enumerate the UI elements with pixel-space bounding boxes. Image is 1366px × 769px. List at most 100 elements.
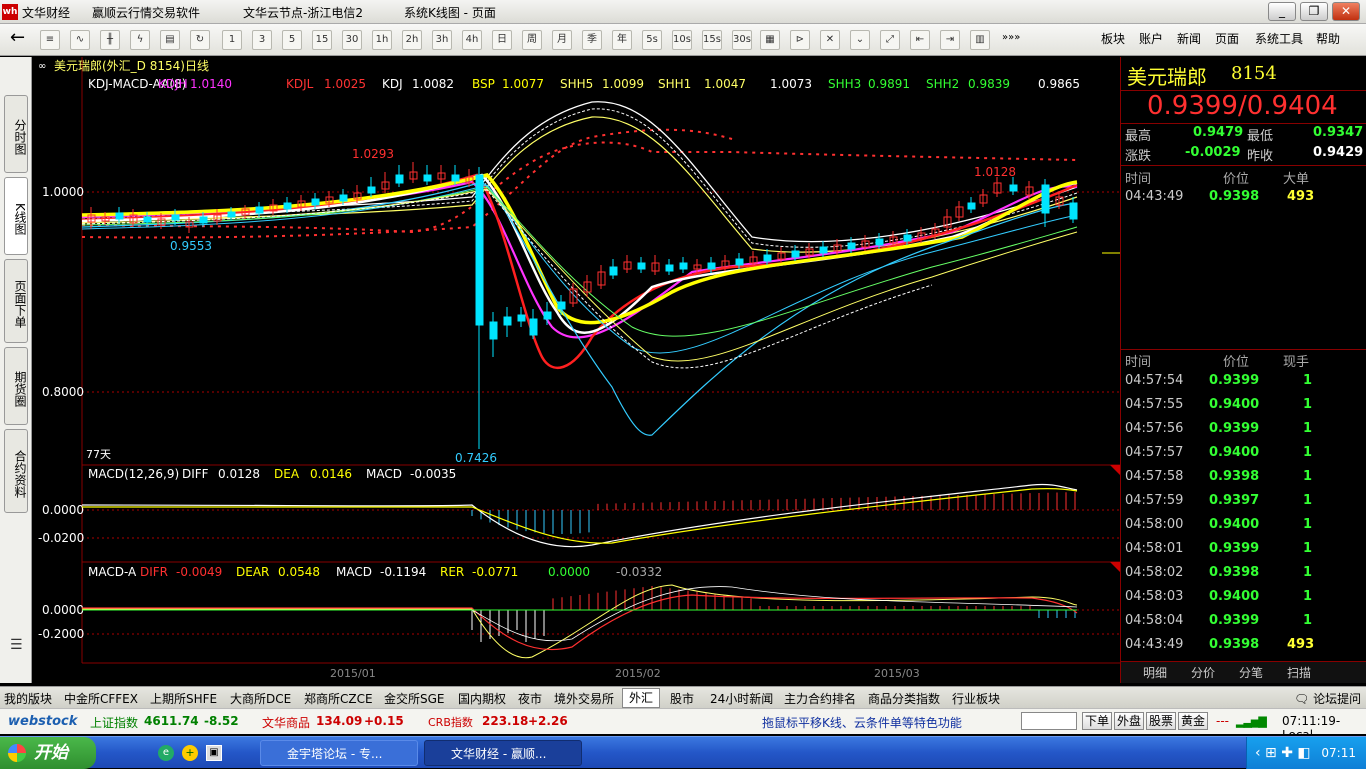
market-tab[interactable]: 境外交易所 [554,690,614,707]
list-menu-icon[interactable]: ☰ [10,637,23,653]
timeframe-button[interactable]: 30s [732,30,752,50]
close-button[interactable]: ✕ [1332,2,1360,21]
market-tab[interactable]: 外汇 [622,688,661,708]
list-icon[interactable]: ≡ [40,30,60,50]
panel-tab[interactable]: 明细 [1143,664,1167,681]
market-tab[interactable]: 主力合约排名 [784,690,856,707]
tab-futures[interactable]: 期货圈 [4,347,28,425]
big-header-size: 大单 [1283,172,1310,187]
timeframe-button[interactable]: 10s [672,30,692,50]
timeframe-button[interactable]: 周 [522,30,542,50]
prev-icon[interactable]: ⇤ [910,30,930,50]
indicator-label: BSP [472,77,495,91]
next-icon[interactable]: ⇥ [940,30,960,50]
timeframe-button[interactable]: 5 [282,30,302,50]
kline-icon[interactable]: ╫ [100,30,120,50]
date-label: 2015/01 [330,667,376,680]
high-label: 最高 [1125,129,1152,144]
market-tab[interactable]: 大商所DCE [230,690,291,707]
restore-button[interactable]: ❐ [1300,2,1328,21]
task-forum[interactable]: 金宇塔论坛 - 专... [260,740,418,766]
market-tab[interactable]: 上期所SHFE [150,690,217,707]
timeframe-button[interactable]: 月 [552,30,572,50]
menu-help[interactable]: 帮助 [1316,30,1340,47]
market-tab[interactable]: 24小时新闻 [710,690,773,707]
browser-icon[interactable]: e [158,745,174,761]
timeframe-button[interactable]: 1 [222,30,242,50]
split-icon[interactable]: ⊳ [790,30,810,50]
timeframe-button[interactable]: 季 [582,30,602,50]
kline-chart[interactable]: ∞ 美元瑞郎(外汇_D 8154)日线 KDJ-MACD-AA(8) KDJH 1… [32,57,1120,683]
status-button[interactable]: 下单 [1082,712,1112,730]
calendar-icon[interactable]: ▦ [760,30,780,50]
refresh-icon[interactable]: ↻ [190,30,210,50]
cross-icon[interactable]: ✕ [820,30,840,50]
layout-icon[interactable]: ▥ [970,30,990,50]
panel-tab[interactable]: 分笔 [1239,664,1263,681]
timeframe-button[interactable]: 3 [252,30,272,50]
index3-label: CRB指数 [428,716,473,729]
market-tab[interactable]: 商品分类指数 [868,690,940,707]
expand-icon[interactable]: ⤢ [880,30,900,50]
big-row-time: 04:43:49 [1125,189,1184,204]
timeframe-button[interactable]: 5s [642,30,662,50]
quick-input[interactable] [1021,712,1077,730]
tick-header-time: 时间 [1125,355,1152,370]
market-tab[interactable]: 行业板块 [952,690,1000,707]
task-wenhua[interactable]: 文华财经 - 赢顺... [424,740,582,766]
market-tab[interactable]: 股市 [670,690,694,707]
timeframe-button[interactable]: 30 [342,30,362,50]
timeframe-button[interactable]: 15 [312,30,332,50]
timeframe-button[interactable]: 3h [432,30,452,50]
big-row-price: 0.9398 [1209,189,1260,204]
tick-header-price: 价位 [1223,355,1250,370]
market-tab[interactable]: 国内期权 [458,690,506,707]
line-chart-icon[interactable]: ∿ [70,30,90,50]
menu-plate[interactable]: 板块 [1101,30,1125,47]
tick-row-volume: 1 [1303,493,1313,508]
market-tab[interactable]: 郑商所CZCE [304,690,373,707]
high-label-2: 1.0128 [974,165,1016,179]
tray-icons[interactable]: ‹ ⊞ ✚ ◧ [1255,737,1311,769]
down-icon[interactable]: ⌄ [850,30,870,50]
market-tab[interactable]: 夜市 [518,690,542,707]
macd-tick: -0.0200 [38,531,84,545]
panel-tab[interactable]: 分价 [1191,664,1215,681]
status-button[interactable]: 黄金 [1178,712,1208,730]
taskbar: 开始 e + ▣ 金宇塔论坛 - 专... 文华财经 - 赢顺... ‹ ⊞ ✚… [0,736,1366,769]
back-arrow-icon[interactable]: ← [10,27,25,48]
qq-icon[interactable]: + [182,745,198,761]
timeframe-button[interactable]: 年 [612,30,632,50]
menu-account[interactable]: 账户 [1139,30,1163,47]
menu-page[interactable]: 页面 [1215,30,1239,47]
forum-button[interactable]: 🗨 论坛提问 [1294,690,1361,707]
macd-macd-value: -0.0035 [410,467,456,481]
market-tab[interactable]: 中金所CFFEX [64,690,138,707]
tab-kline[interactable]: K线图 [4,177,28,255]
timeframe-button[interactable]: 15s [702,30,722,50]
tab-order[interactable]: 页面下单 [4,259,28,343]
timeframe-button[interactable]: 4h [462,30,482,50]
timeframe-button[interactable]: 日 [492,30,512,50]
lightning-icon[interactable]: ϟ [130,30,150,50]
start-button[interactable]: 开始 [0,737,96,769]
more-button[interactable]: »»» [1002,32,1020,43]
tick-row-price: 0.9399 [1209,421,1260,436]
taskbar-clock: 07:11 [1321,746,1356,760]
tab-timeshare[interactable]: 分时图 [4,95,28,173]
menu-tools[interactable]: 系统工具 [1255,30,1303,47]
tab-contract[interactable]: 合约资料 [4,429,28,513]
market-tab[interactable]: 金交所SGE [384,690,445,707]
desktop-icon[interactable]: ▣ [206,745,222,761]
minimize-button[interactable]: _ [1268,2,1296,21]
market-tab[interactable]: 我的版块 [4,690,52,707]
timeframe-button[interactable]: 2h [402,30,422,50]
save-icon[interactable]: ▤ [160,30,180,50]
status-button[interactable]: 股票 [1146,712,1176,730]
status-button[interactable]: 外盘 [1114,712,1144,730]
timeframe-button[interactable]: 1h [372,30,392,50]
panel-tab[interactable]: 扫描 [1287,664,1311,681]
indicator-value: 0.9865 [1038,77,1080,91]
left-tab-bar: 分时图 K线图 页面下单 期货圈 合约资料 ☰ [0,57,32,683]
menu-news[interactable]: 新闻 [1177,30,1201,47]
